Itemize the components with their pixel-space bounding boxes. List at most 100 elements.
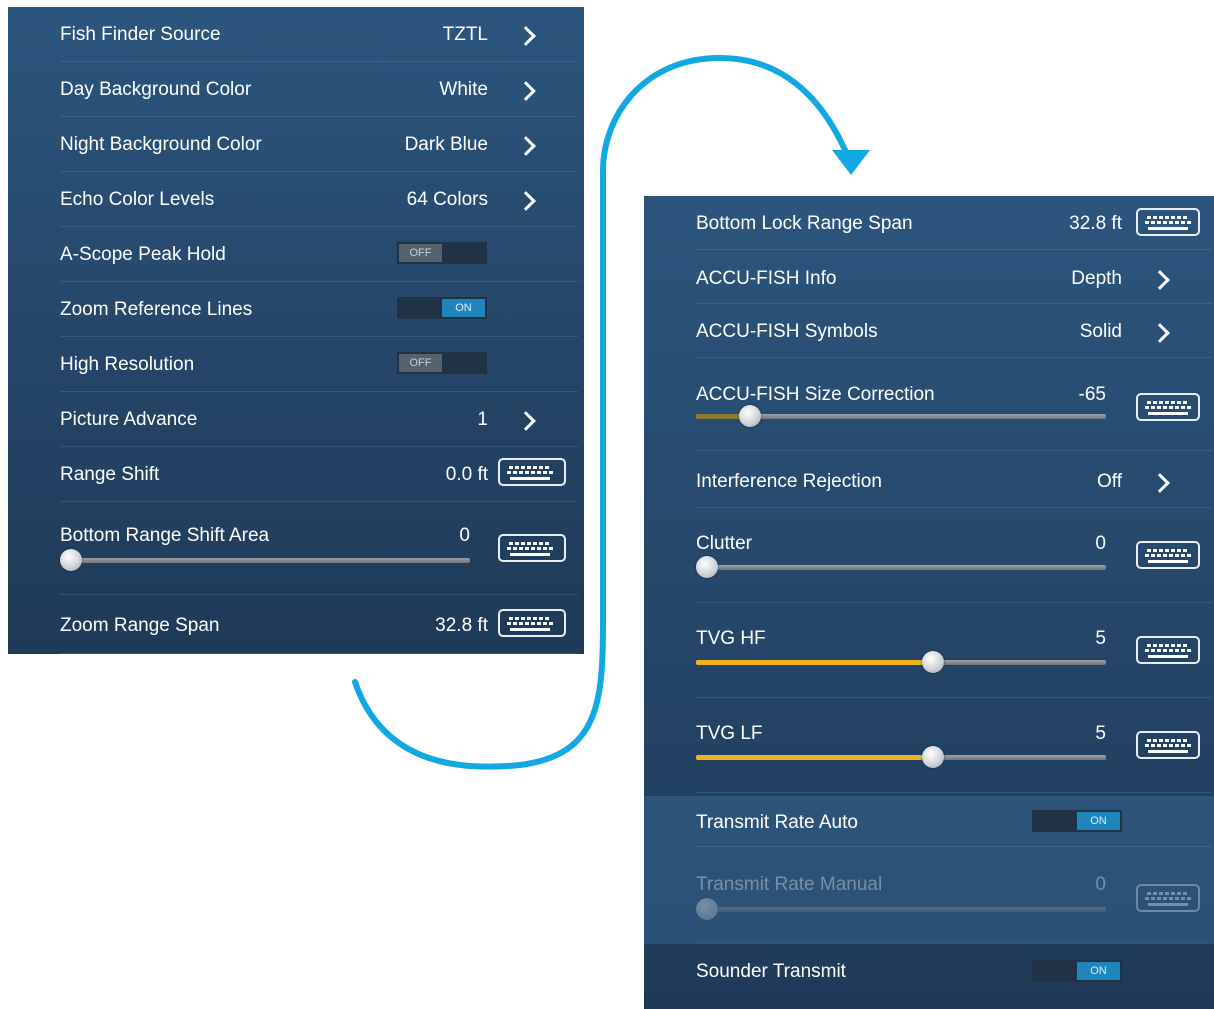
chevron-right-icon — [516, 191, 536, 211]
row-label: ACCU-FISH Size Correction — [696, 384, 935, 405]
row-sounder-transmit: Sounder Transmit ON — [696, 944, 1212, 1004]
row-zoom-range-span: Zoom Range Span 32.8 ft — [60, 595, 578, 654]
row-range-shift: Range Shift 0.0 ft — [60, 447, 578, 502]
row-bottom-lock-range-span: Bottom Lock Range Span 32.8 ft — [696, 196, 1212, 250]
row-picture-advance[interactable]: Picture Advance 1 — [60, 392, 578, 447]
row-echo-color-levels[interactable]: Echo Color Levels 64 Colors — [60, 172, 578, 227]
chevron-right-icon — [516, 136, 536, 156]
row-tvg-hf: TVG HF 5 — [696, 603, 1212, 698]
slider-fill — [696, 414, 740, 419]
keyboard-icon[interactable] — [1136, 884, 1200, 912]
row-accu-fish-info[interactable]: ACCU-FISH Info Depth — [696, 250, 1212, 304]
row-value: 5 — [1095, 723, 1106, 744]
slider-thumb[interactable] — [696, 556, 718, 578]
row-value: Depth — [1071, 268, 1122, 289]
row-value: 0 — [1095, 874, 1106, 895]
row-interference-rejection[interactable]: Interference Rejection Off — [696, 451, 1212, 508]
row-accu-fish-size-correction: ACCU-FISH Size Correction -65 — [696, 358, 1212, 451]
row-zoom-reference-lines: Zoom Reference Lines ON — [60, 282, 578, 337]
row-label: Echo Color Levels — [60, 189, 215, 210]
row-label: Interference Rejection — [696, 471, 882, 492]
row-label: TVG HF — [696, 628, 766, 649]
keyboard-icon[interactable] — [1136, 208, 1200, 236]
row-label: Zoom Range Span — [60, 615, 220, 636]
row-tvg-lf: TVG LF 5 — [696, 698, 1212, 793]
row-value: -65 — [1078, 384, 1106, 405]
row-value: 1 — [477, 409, 488, 430]
toggle-knob: OFF — [399, 244, 442, 262]
transmit-rate-manual-slider[interactable] — [696, 898, 1106, 920]
toggle-knob: ON — [1077, 962, 1120, 980]
row-value: 32.8 ft — [435, 615, 488, 636]
row-day-background-color[interactable]: Day Background Color White — [60, 62, 578, 117]
keyboard-icon[interactable] — [498, 458, 566, 486]
zoom-reference-lines-toggle[interactable]: ON — [397, 297, 487, 319]
row-bottom-range-shift-area: Bottom Range Shift Area 0 — [60, 502, 578, 595]
keyboard-icon[interactable] — [1136, 731, 1200, 759]
row-high-resolution: High Resolution OFF — [60, 337, 578, 392]
chevron-right-icon — [516, 26, 536, 46]
bottom-range-shift-area-slider[interactable] — [60, 549, 470, 571]
row-accu-fish-symbols[interactable]: ACCU-FISH Symbols Solid — [696, 304, 1212, 358]
high-resolution-toggle[interactable]: OFF — [397, 352, 487, 374]
chevron-right-icon — [1150, 323, 1170, 343]
slider-fill — [696, 755, 922, 760]
slider-thumb[interactable] — [921, 651, 944, 673]
keyboard-icon[interactable] — [1136, 636, 1200, 664]
accu-fish-size-correction-slider[interactable] — [696, 405, 1106, 427]
a-scope-peak-hold-toggle[interactable]: OFF — [397, 242, 487, 264]
row-fish-finder-source[interactable]: Fish Finder Source TZTL — [60, 7, 578, 62]
toggle-knob: OFF — [399, 354, 442, 372]
chevron-right-icon — [516, 81, 536, 101]
toggle-knob: ON — [442, 299, 485, 317]
clutter-slider[interactable] — [696, 556, 1106, 578]
row-night-background-color[interactable]: Night Background Color Dark Blue — [60, 117, 578, 172]
row-label: Range Shift — [60, 464, 160, 485]
row-label: Transmit Rate Manual — [696, 874, 883, 895]
row-transmit-rate-manual: Transmit Rate Manual 0 — [696, 847, 1212, 944]
slider-thumb[interactable] — [739, 405, 762, 427]
chevron-right-icon — [1150, 270, 1170, 290]
toggle-knob: ON — [1077, 812, 1120, 830]
row-label: TVG LF — [696, 723, 763, 744]
chevron-right-icon — [1150, 473, 1170, 493]
row-value: 64 Colors — [406, 189, 488, 210]
row-label: Bottom Lock Range Span — [696, 213, 913, 234]
slider-fill — [696, 660, 922, 665]
row-label: Night Background Color — [60, 134, 262, 155]
slider-thumb[interactable] — [60, 549, 82, 571]
tvg-hf-slider[interactable] — [696, 651, 1106, 673]
row-value: 0 — [459, 525, 470, 546]
slider-thumb[interactable] — [696, 898, 718, 920]
row-label: ACCU-FISH Symbols — [696, 321, 878, 342]
row-value: White — [439, 79, 488, 100]
row-value: Dark Blue — [404, 134, 488, 155]
row-value: 0.0 ft — [445, 464, 488, 485]
row-label: Sounder Transmit — [696, 961, 846, 982]
keyboard-icon[interactable] — [498, 609, 566, 637]
row-transmit-rate-auto: Transmit Rate Auto ON — [696, 796, 1212, 847]
row-label: Transmit Rate Auto — [696, 812, 858, 833]
tvg-lf-slider[interactable] — [696, 746, 1106, 768]
row-value: Solid — [1079, 321, 1122, 342]
settings-panel-right: Bottom Lock Range Span 32.8 ft ACCU-FISH… — [644, 196, 1214, 1009]
keyboard-icon[interactable] — [498, 534, 566, 562]
chevron-right-icon — [516, 411, 536, 431]
keyboard-icon[interactable] — [1136, 541, 1200, 569]
row-label: A-Scope Peak Hold — [60, 244, 226, 265]
row-value: Off — [1097, 471, 1122, 492]
row-label: Picture Advance — [60, 409, 198, 430]
row-value: 32.8 ft — [1069, 213, 1122, 234]
row-label: Bottom Range Shift Area — [60, 525, 270, 546]
row-label: Day Background Color — [60, 79, 252, 100]
row-label: Fish Finder Source — [60, 24, 221, 45]
row-label: Clutter — [696, 533, 752, 554]
row-value: 0 — [1095, 533, 1106, 554]
transmit-rate-auto-toggle[interactable]: ON — [1032, 810, 1122, 832]
row-label: Zoom Reference Lines — [60, 299, 253, 320]
row-label: ACCU-FISH Info — [696, 268, 837, 289]
keyboard-icon[interactable] — [1136, 393, 1200, 421]
sounder-transmit-toggle[interactable]: ON — [1032, 960, 1122, 982]
row-a-scope-peak-hold: A-Scope Peak Hold OFF — [60, 227, 578, 282]
slider-thumb[interactable] — [921, 746, 944, 768]
